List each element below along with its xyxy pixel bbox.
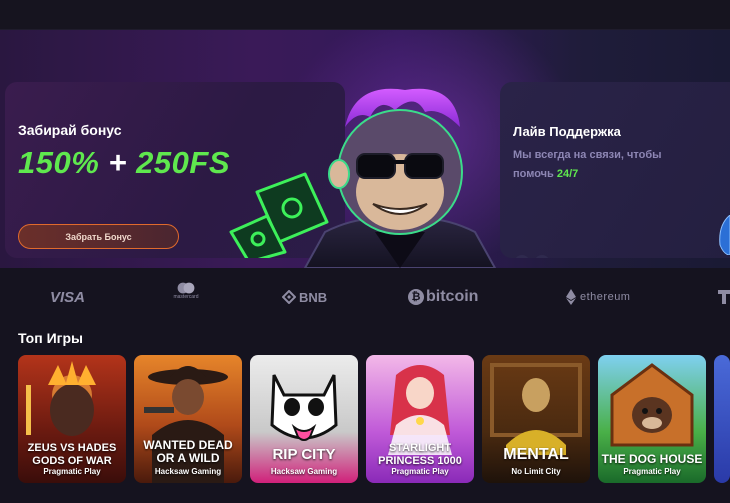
mental-art xyxy=(482,355,590,483)
bitcoin-icon: ₿ xyxy=(408,289,424,305)
ethereum-logo: ethereum xyxy=(566,288,630,306)
carousel-next-button[interactable]: › xyxy=(534,255,550,258)
game-card-starlight-princess-1000[interactable]: STARLIGHT PRINCESS 1000 Pragmatic Play xyxy=(366,355,474,483)
game-title: RIP CITY xyxy=(272,446,336,463)
ethereum-icon xyxy=(566,289,576,305)
monkey-mascot-icon xyxy=(303,88,497,268)
support-title: Лайв Поддержка xyxy=(513,124,621,139)
game-card-mental[interactable]: MENTAL No Limit City xyxy=(482,355,590,483)
rip-city-art xyxy=(250,355,358,483)
game-title: WANTED DEAD OR A WILD xyxy=(143,438,233,465)
game-provider: Hacksaw Gaming xyxy=(154,467,222,476)
game-title: ZEUS VS HADES GODS OF WAR xyxy=(27,442,117,467)
visa-logo: VISA xyxy=(50,288,86,306)
bonus-title: Забирай бонус xyxy=(18,122,122,138)
game-card-rip-city[interactable]: RIP CITY Hacksaw Gaming xyxy=(250,355,358,483)
bonus-percent: 150% xyxy=(18,145,100,180)
bonus-amount: 150% + 250FS xyxy=(18,145,230,181)
game-card-wanted-dead-or-a-wild[interactable]: WANTED DEAD OR A WILD Hacksaw Gaming xyxy=(134,355,242,483)
support-text: Мы всегда на связи, чтобы помочь 24/7 xyxy=(513,146,703,184)
game-provider: Hacksaw Gaming xyxy=(270,467,338,476)
guitar-pick-icon xyxy=(719,215,730,255)
top-games-list: ZEUS VS HADES GODS OF WAR Pragmatic Play… xyxy=(0,355,730,485)
crypto-partial-icon xyxy=(718,288,730,306)
bitcoin-logo: ₿ bitcoin xyxy=(408,288,478,306)
live-support-card[interactable]: Лайв Поддержка Мы всегда на связи, чтобы… xyxy=(500,82,730,258)
game-title: MENTAL xyxy=(503,446,569,463)
game-provider: Pragmatic Play xyxy=(43,467,101,476)
bonus-freespins: 250FS xyxy=(136,145,230,180)
bonus-card[interactable]: Забирай бонус 150% + 250FS Забрать Бонус xyxy=(5,82,345,258)
bnb-icon xyxy=(282,290,296,304)
carousel-prev-button[interactable]: ‹ xyxy=(514,255,530,258)
support-text-highlight: 24/7 xyxy=(556,168,579,180)
support-text-main: Мы всегда на связи, чтобы помочь xyxy=(513,149,662,180)
game-provider: Pragmatic Play xyxy=(391,467,449,476)
game-title: STARLIGHT PRINCESS 1000 xyxy=(378,442,462,467)
hero-banner: Забирай бонус 150% + 250FS Забрать Бонус xyxy=(0,30,730,268)
game-card-zeus-vs-hades[interactable]: ZEUS VS HADES GODS OF WAR Pragmatic Play xyxy=(18,355,126,483)
mastercard-logo: mastercard xyxy=(170,282,202,300)
claim-bonus-button[interactable]: Забрать Бонус xyxy=(18,224,179,249)
game-provider: Pragmatic Play xyxy=(623,467,681,476)
top-bar xyxy=(0,0,730,30)
partial-game-art xyxy=(714,355,730,483)
game-title: THE DOG HOUSE xyxy=(601,452,703,466)
bnb-logo: BNB xyxy=(282,288,327,306)
bonus-plus: + xyxy=(108,145,128,180)
payment-methods: VISA mastercard BNB ₿ bitcoin ethereum xyxy=(0,268,730,324)
game-card-the-dog-house[interactable]: THE DOG HOUSE Pragmatic Play xyxy=(598,355,706,483)
top-games-title: Топ Игры xyxy=(18,330,83,346)
mastercard-icon xyxy=(177,282,195,294)
game-provider: No Limit City xyxy=(511,467,561,476)
game-card-partial[interactable] xyxy=(714,355,730,483)
